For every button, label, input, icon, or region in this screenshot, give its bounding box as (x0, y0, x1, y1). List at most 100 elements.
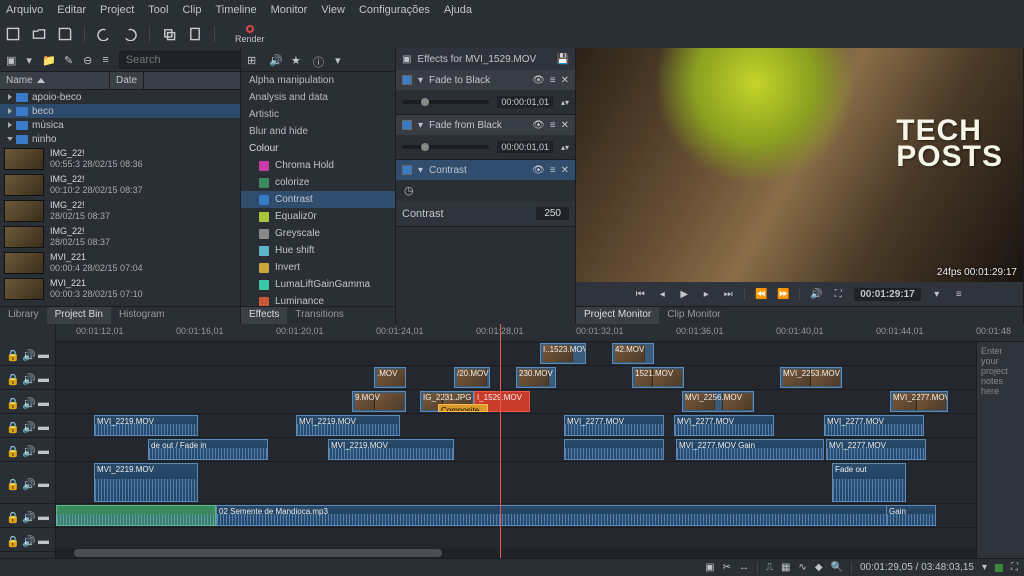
menu-icon[interactable]: ≡ (550, 120, 556, 131)
maximize-icon[interactable]: ⛶ (1011, 562, 1018, 573)
timeline-track[interactable]: 9.MOVIG_2231.JPGI_1529.MOVCompositeMVI_2… (56, 390, 1024, 414)
folder-row[interactable]: música (0, 118, 240, 132)
effect-category[interactable]: Colour (241, 140, 395, 157)
undo-icon[interactable] (97, 27, 111, 41)
effect-time[interactable]: 00:00:01,01 (497, 141, 553, 153)
timeline-clip[interactable]: Fade out (832, 463, 906, 502)
save-icon[interactable] (58, 27, 72, 41)
timeline-clip[interactable]: de out / Fade in (148, 439, 268, 460)
volume-icon[interactable]: 🔊 (810, 288, 822, 300)
clip-row[interactable]: IMG_22! 28/02/15 08:37 (0, 224, 240, 250)
spacer-tool-icon[interactable]: ↔ (739, 562, 749, 573)
timeline-clip[interactable]: MVI_2277.MOV (826, 439, 926, 460)
timeline-track[interactable]: I..1523.MOV 42.MOV (56, 342, 1024, 366)
mute-icon[interactable]: 🔊 (22, 478, 32, 488)
select-tool-icon[interactable]: ▣ (705, 562, 714, 573)
mute-icon[interactable]: 🔊 (22, 373, 32, 383)
track-target-icon[interactable]: ▬ (38, 445, 48, 455)
track-header[interactable]: 🔒🔊▬ (0, 390, 55, 414)
razor-tool-icon[interactable]: ✂ (723, 562, 731, 573)
track-header[interactable]: 🔒🔊▬ (0, 504, 55, 528)
zoom-icon[interactable]: 🔍 (831, 562, 843, 573)
playhead[interactable] (500, 324, 501, 558)
lock-icon[interactable]: 🔒 (6, 421, 16, 431)
timeline-clip[interactable]: 42.MOV (612, 343, 654, 364)
goto-start-icon[interactable]: ⏮ (634, 288, 646, 300)
timeline-clip[interactable]: 02 Semente de Mandioca.mp3 (216, 505, 936, 526)
menu-icon[interactable]: ≡ (550, 165, 556, 176)
lock-icon[interactable]: 🔒 (6, 478, 16, 488)
lock-icon[interactable]: 🔒 (6, 373, 16, 383)
delete-icon[interactable]: ⊖ (83, 54, 92, 66)
timeline-track[interactable]: MVI_2219.MOVMVI_2219.MOVMVI_2277.MOVMVI_… (56, 414, 1024, 438)
mute-icon[interactable]: 🔊 (22, 511, 32, 521)
waveform-icon[interactable]: ∿ (798, 562, 806, 573)
tab-project-monitor[interactable]: Project Monitor (576, 307, 659, 324)
timeline-clip[interactable]: Gain (886, 505, 936, 526)
menu-timeline[interactable]: Timeline (215, 4, 256, 16)
menu-config[interactable]: Configurações (359, 4, 430, 16)
folder-row[interactable]: ninho (0, 132, 240, 146)
effect-item[interactable]: Hue shift (241, 242, 395, 259)
effect-header[interactable]: ▾Fade from Black👁≡✕ (396, 115, 575, 135)
effect-enable-checkbox[interactable] (402, 75, 412, 85)
tree-icon[interactable]: ⊞ (247, 54, 259, 66)
timeline-track[interactable]: MVI_2219.MOVFade out (56, 462, 1024, 504)
timeline-track[interactable]: .MOV/20.MOV230.MOV1521.MOVMVI_2253.MOV (56, 366, 1024, 390)
effect-item[interactable]: Luminance (241, 293, 395, 306)
add-clip-icon[interactable]: ▣ (6, 54, 16, 66)
effect-header[interactable]: ▾Fade to Black👁≡✕ (396, 70, 575, 90)
timeline-clip[interactable]: MVI_2253.MOV (780, 367, 842, 388)
lock-icon[interactable]: 🔒 (6, 445, 16, 455)
chevron-up-icon[interactable]: ▴▾ (561, 98, 569, 107)
lock-icon[interactable]: 🔒 (6, 349, 16, 359)
menu-ajuda[interactable]: Ajuda (444, 4, 472, 16)
tab-effects[interactable]: Effects (241, 307, 287, 324)
mute-icon[interactable]: 🔊 (22, 445, 32, 455)
timeline-scrollbar[interactable] (56, 548, 976, 558)
menu-icon[interactable]: ≡ (953, 288, 965, 300)
track-header[interactable]: 🔒🔊▬ (0, 414, 55, 438)
track-header[interactable]: 🔒🔊▬ (0, 528, 55, 552)
clip-row[interactable]: IMG_22! 28/02/15 08:37 (0, 198, 240, 224)
timeline-clip[interactable]: MVI_2277.MOV (890, 391, 948, 412)
mute-icon[interactable]: 🔊 (22, 397, 32, 407)
mute-icon[interactable]: 🔊 (22, 535, 32, 545)
clip-row[interactable]: IMG_22!00:10:2 28/02/15 08:37 (0, 172, 240, 198)
col-date[interactable]: Date (110, 72, 144, 89)
effect-category[interactable]: Artistic (241, 106, 395, 123)
render-button[interactable]: Render (235, 25, 265, 44)
tab-histogram[interactable]: Histogram (111, 307, 173, 324)
timeline-clip[interactable]: MVI_2277.MOV (824, 415, 924, 436)
effect-enable-checkbox[interactable] (402, 120, 412, 130)
timeline-clip[interactable] (56, 505, 216, 526)
step-back-icon[interactable]: ◂ (656, 288, 668, 300)
close-icon[interactable]: ✕ (561, 75, 569, 86)
menu-arquivo[interactable]: Arquivo (6, 4, 43, 16)
track-target-icon[interactable]: ▬ (38, 421, 48, 431)
rewind-icon[interactable]: ⏪ (755, 288, 767, 300)
effect-item[interactable]: colorize (241, 174, 395, 191)
thumbnail-icon[interactable]: ▦ (781, 562, 790, 573)
menu-monitor[interactable]: Monitor (271, 4, 308, 16)
track-target-icon[interactable]: ▬ (38, 373, 48, 383)
clip-row[interactable]: MVI_22100:00:3 28/02/15 07:10 (0, 276, 240, 302)
timeline-track[interactable]: de out / Fade inMVI_2219.MOVMVI_2277.MOV… (56, 438, 1024, 462)
track-target-icon[interactable]: ▬ (38, 478, 48, 488)
track-target-icon[interactable]: ▬ (38, 349, 48, 359)
timeline-clip[interactable]: I..1523.MOV (540, 343, 586, 364)
track-target-icon[interactable]: ▬ (38, 397, 48, 407)
copy-icon[interactable] (162, 27, 176, 41)
effect-item[interactable]: Equaliz0r (241, 208, 395, 225)
timeline-clip[interactable]: MVI_2219.MOV (94, 415, 198, 436)
tab-project-bin[interactable]: Project Bin (47, 307, 111, 324)
effect-time[interactable]: 00:00:01,01 (497, 96, 553, 108)
keyframe-icon[interactable]: ◷ (404, 184, 414, 197)
track-header[interactable]: 🔒🔊▬ (0, 342, 55, 366)
folder-row[interactable]: apoio-beco (0, 90, 240, 104)
menu-view[interactable]: View (321, 4, 345, 16)
track-header[interactable]: 🔒 🔊 ▬ (0, 462, 55, 504)
menu-editar[interactable]: Editar (57, 4, 86, 16)
timeline-clip[interactable] (564, 439, 664, 460)
chevron-down-icon[interactable]: ▾ (335, 54, 347, 66)
